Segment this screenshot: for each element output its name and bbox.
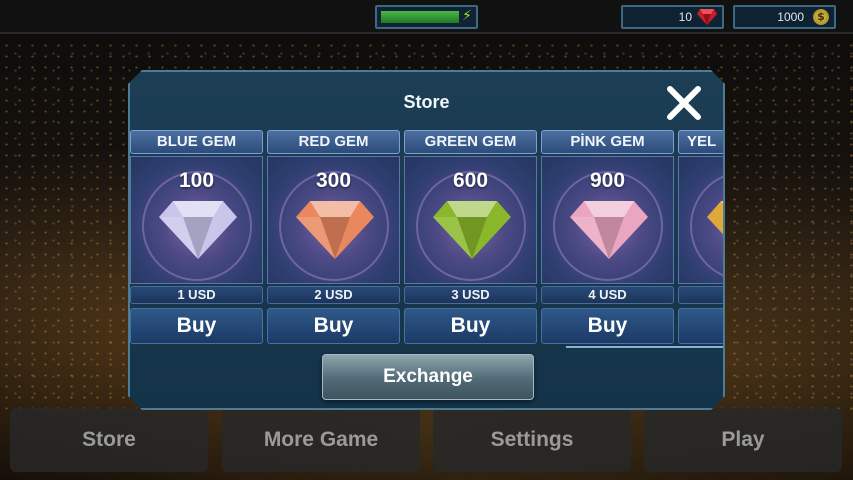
gem-image-panel: 300 <box>267 156 400 284</box>
green-gem-icon <box>431 197 513 261</box>
gem-card: RED GEM 300 2 USD Buy <box>267 130 400 346</box>
red-gem-icon <box>294 197 376 261</box>
coin-icon: $ <box>813 9 829 25</box>
gem-image-panel: 900 <box>541 156 674 284</box>
buy-button[interactable]: Buy <box>541 308 674 344</box>
energy-bar: ⚡ <box>375 5 478 29</box>
gem-price: 1 USD <box>130 286 263 304</box>
scrollbar-thumb[interactable] <box>566 346 723 348</box>
lightning-icon: ⚡ <box>462 8 472 24</box>
gem-card: PİNK GEM 900 4 USD Buy <box>541 130 674 346</box>
gem-price: 3 USD <box>404 286 537 304</box>
buy-button[interactable]: Buy <box>267 308 400 344</box>
gem-name: PİNK GEM <box>541 130 674 154</box>
blue-gem-icon <box>157 197 239 261</box>
yellow-gem-icon <box>705 197 723 261</box>
menu-play-button[interactable]: Play <box>644 408 842 472</box>
menu-store-button[interactable]: Store <box>10 408 208 472</box>
buy-button[interactable] <box>678 308 723 344</box>
gem-price: 4 USD <box>541 286 674 304</box>
top-bar: ⚡ 10 1000 $ <box>0 0 853 34</box>
gem-quantity: 900 <box>589 169 626 192</box>
gem-card-list[interactable]: BLUE GEM 100 1 USD Buy RED GEM 300 2 USD… <box>130 130 723 346</box>
gem-price <box>678 286 723 304</box>
horizontal-scrollbar[interactable] <box>130 346 723 348</box>
gem-image-panel: 100 <box>130 156 263 284</box>
buy-button[interactable]: Buy <box>130 308 263 344</box>
gem-price: 2 USD <box>267 286 400 304</box>
store-dialog: Store BLUE GEM 100 1 USD Buy RED GEM 300… <box>128 70 725 410</box>
red-gem-icon <box>697 9 717 25</box>
gem-name: BLUE GEM <box>130 130 263 154</box>
gem-quantity: 600 <box>452 169 489 192</box>
gem-card: GREEN GEM 600 3 USD Buy <box>404 130 537 346</box>
gem-name: GREEN GEM <box>404 130 537 154</box>
close-icon[interactable] <box>665 84 703 122</box>
gem-image-panel <box>678 156 723 284</box>
gem-quantity: 100 <box>178 169 215 192</box>
gem-card-partial: YEL <box>678 130 723 346</box>
exchange-button[interactable]: Exchange <box>322 354 534 400</box>
gem-name: RED GEM <box>267 130 400 154</box>
gem-quantity: 300 <box>315 169 352 192</box>
buy-button[interactable]: Buy <box>404 308 537 344</box>
energy-fill <box>381 11 459 23</box>
gem-image-panel: 600 <box>404 156 537 284</box>
pink-gem-icon <box>568 197 650 261</box>
menu-more-game-button[interactable]: More Game <box>222 408 420 472</box>
coins-counter: 1000 $ <box>733 5 836 29</box>
gems-value: 10 <box>678 10 692 24</box>
menu-settings-button[interactable]: Settings <box>433 408 631 472</box>
store-title: Store <box>403 92 450 112</box>
gems-counter: 10 <box>621 5 724 29</box>
gem-card: BLUE GEM 100 1 USD Buy <box>130 130 263 346</box>
gem-name: YEL <box>678 130 723 154</box>
coins-value: 1000 <box>777 10 804 24</box>
